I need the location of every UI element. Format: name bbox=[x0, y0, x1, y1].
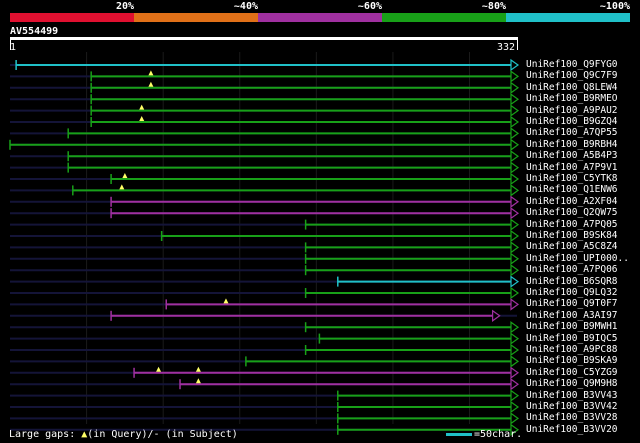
hit-arrow-icon bbox=[510, 81, 520, 94]
gap-legend-prefix: Large gaps: bbox=[9, 429, 82, 440]
hit-arrow-icon bbox=[510, 400, 520, 414]
hit-arrow-icon bbox=[510, 275, 520, 288]
hit-label[interactable]: UniRef100_Q9M9H8 bbox=[526, 378, 618, 389]
hit-label[interactable]: UniRef100_B9MWH1 bbox=[526, 321, 618, 332]
query-gap-marker-icon bbox=[156, 366, 162, 372]
hit-arrow-icon bbox=[510, 252, 520, 265]
hit-label[interactable]: UniRef100_B3VV28 bbox=[526, 412, 618, 423]
hit-arrow-icon bbox=[510, 115, 520, 129]
hit-arrow-icon bbox=[510, 172, 520, 186]
hit-arrow-icon bbox=[510, 138, 520, 151]
query-gap-marker-icon bbox=[139, 104, 145, 110]
hit-label[interactable]: UniRef100_B9SKA9 bbox=[526, 355, 618, 366]
hit-arrow-icon bbox=[510, 321, 520, 334]
hit-arrow-icon bbox=[510, 286, 520, 300]
hit-arrow-icon bbox=[510, 104, 520, 117]
hit-arrow-icon bbox=[510, 229, 520, 243]
hit-label[interactable]: UniRef100_Q9T0F7 bbox=[526, 298, 618, 309]
hit-label[interactable]: UniRef100_Q9FYG0 bbox=[526, 59, 618, 70]
hit-label[interactable]: UniRef100_B6SQR8 bbox=[526, 276, 618, 287]
hit-arrow-icon bbox=[510, 264, 520, 277]
hit-arrow-icon bbox=[510, 412, 520, 425]
hit-arrow-icon bbox=[510, 195, 520, 208]
hit-arrow-icon bbox=[510, 355, 520, 368]
scale-legend: =50char. bbox=[446, 429, 522, 441]
hit-label[interactable]: UniRef100_B9RBH4 bbox=[526, 139, 618, 150]
hit-label[interactable]: UniRef100_A9PAU2 bbox=[526, 105, 618, 116]
query-gap-marker-icon bbox=[148, 81, 154, 87]
hit-label[interactable]: UniRef100_B3VV42 bbox=[526, 401, 618, 412]
hit-arrow-icon bbox=[510, 150, 520, 163]
hit-label[interactable]: UniRef100_B9IQC5 bbox=[526, 333, 618, 344]
hit-label[interactable]: UniRef100_A7PQ05 bbox=[526, 219, 618, 230]
hit-label[interactable]: UniRef100_B3VV20 bbox=[526, 424, 618, 435]
hit-arrow-icon bbox=[510, 58, 520, 72]
hit-label[interactable]: UniRef100_Q2QW75 bbox=[526, 207, 618, 218]
hit-arrow-icon bbox=[510, 207, 520, 220]
hit-label[interactable]: UniRef100_A5C8Z4 bbox=[526, 241, 618, 252]
hit-label[interactable]: UniRef100_A7QP55 bbox=[526, 127, 618, 138]
hit-label[interactable]: UniRef100_Q1ENW6 bbox=[526, 184, 618, 195]
hit-arrow-icon bbox=[510, 298, 520, 311]
hit-label[interactable]: UniRef100_A3AI97 bbox=[526, 310, 618, 321]
hit-arrow-icon bbox=[510, 161, 520, 174]
hit-arrow-icon bbox=[510, 70, 520, 83]
hit-label[interactable]: UniRef100_B9SK84 bbox=[526, 230, 618, 241]
hit-label[interactable]: UniRef100_C5YTK8 bbox=[526, 173, 618, 184]
scale-bar-icon bbox=[446, 432, 472, 436]
hit-label[interactable]: UniRef100_B9GZQ4 bbox=[526, 116, 618, 127]
hit-label[interactable]: UniRef100_A5B4P3 bbox=[526, 150, 618, 161]
hit-label[interactable]: UniRef100_A7PQ06 bbox=[526, 264, 618, 275]
hit-arrow-icon bbox=[510, 93, 520, 106]
query-gap-marker-icon bbox=[195, 366, 201, 372]
query-gap-marker-icon bbox=[148, 70, 154, 76]
hit-label[interactable]: UniRef100_UPI000.. bbox=[526, 253, 629, 264]
hit-arrow-icon bbox=[510, 241, 520, 254]
hit-arrow-icon bbox=[510, 389, 520, 402]
gap-legend-suffix: (in Query)/- (in Subject) bbox=[87, 429, 238, 440]
scale-legend-text: =50char. bbox=[474, 429, 523, 440]
hit-label[interactable]: UniRef100_C5YZG9 bbox=[526, 367, 618, 378]
hit-label[interactable]: UniRef100_Q8LEW4 bbox=[526, 82, 618, 93]
hit-arrow-icon bbox=[510, 332, 520, 345]
query-gap-marker-icon bbox=[195, 378, 201, 384]
hit-arrow-icon bbox=[510, 218, 520, 231]
hit-label[interactable]: UniRef100_A2XF04 bbox=[526, 196, 618, 207]
query-gap-marker-icon bbox=[223, 298, 229, 304]
hit-arrow-icon bbox=[510, 184, 520, 197]
hit-label[interactable]: UniRef100_B9RMEO bbox=[526, 93, 618, 104]
hit-label[interactable]: UniRef100_Q9C7F9 bbox=[526, 70, 618, 81]
query-gap-marker-icon bbox=[119, 184, 125, 190]
hit-label[interactable]: UniRef100_Q9LQ32 bbox=[526, 287, 618, 298]
hit-label[interactable]: UniRef100_B3VV43 bbox=[526, 390, 618, 401]
query-gap-marker-icon bbox=[139, 116, 145, 121]
hit-arrow-icon bbox=[510, 366, 520, 379]
gap-legend: Large gaps: ▲(in Query)/- (in Subject) bbox=[9, 429, 238, 441]
hit-arrow-icon bbox=[510, 343, 520, 357]
hit-arrow-icon bbox=[510, 127, 520, 140]
hit-label[interactable]: UniRef100_A9PC88 bbox=[526, 344, 618, 355]
hit-arrow-icon bbox=[510, 378, 520, 391]
query-gap-marker-icon bbox=[122, 173, 128, 178]
hit-label[interactable]: UniRef100_A7P9V1 bbox=[526, 162, 618, 173]
hit-arrow-icon bbox=[492, 309, 501, 322]
